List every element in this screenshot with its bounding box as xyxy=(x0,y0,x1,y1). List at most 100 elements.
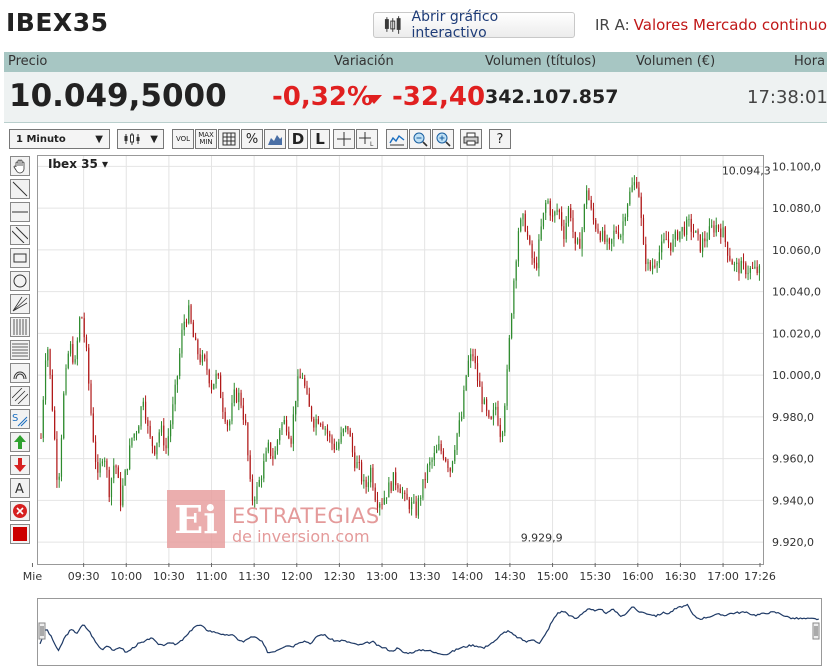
candle-body xyxy=(56,438,58,480)
candle-body xyxy=(119,477,122,506)
candle-body xyxy=(483,399,485,405)
candle-body xyxy=(597,228,599,233)
price-annotation: 9.929,9 xyxy=(521,531,563,544)
watermark-text: ESTRATEGIAS xyxy=(232,504,380,528)
y-tick-label: 10.100,0 xyxy=(772,160,821,173)
candle-body xyxy=(310,406,313,419)
candle-body xyxy=(283,419,285,424)
candle-body xyxy=(642,218,645,245)
candle-body xyxy=(279,430,281,441)
candle-body xyxy=(492,409,495,419)
candle-body xyxy=(163,425,165,446)
candle-body xyxy=(674,231,676,240)
series-selector[interactable]: Ibex 35 ▾ xyxy=(48,157,108,171)
candle-body xyxy=(72,344,74,363)
y-tick-label: 9.920,0 xyxy=(772,536,814,549)
candle-body xyxy=(224,411,226,422)
candle-body xyxy=(320,423,322,425)
candle-body xyxy=(463,390,465,417)
candle-body xyxy=(222,397,224,412)
x-tick-label: 11:00 xyxy=(196,570,228,583)
candle-body xyxy=(138,426,140,434)
x-tick-label: 09:30 xyxy=(68,570,100,583)
candle-body xyxy=(265,451,267,462)
candle-body xyxy=(461,416,463,421)
candle-body xyxy=(745,263,747,275)
candle-body xyxy=(347,426,349,431)
candle-body xyxy=(290,438,292,444)
x-tick-label: 15:30 xyxy=(579,570,611,583)
candle-body xyxy=(713,225,715,233)
candle-body xyxy=(438,444,440,450)
candle-body xyxy=(299,376,301,379)
candle-body xyxy=(645,244,647,265)
x-tick-label: 11:30 xyxy=(238,570,270,583)
price-annotation: 10.094,3 xyxy=(722,164,771,177)
candle-body xyxy=(417,498,420,516)
candle-body xyxy=(92,413,94,442)
candle-body xyxy=(270,442,272,457)
candle-body xyxy=(536,262,538,269)
candle-body xyxy=(49,349,51,375)
candle-body xyxy=(167,436,169,449)
candle-body xyxy=(63,393,65,439)
candle-body xyxy=(533,258,535,263)
candle-body xyxy=(676,231,679,240)
y-tick-label: 10.060,0 xyxy=(772,244,821,257)
candle-body xyxy=(65,368,67,394)
candle-body xyxy=(108,469,110,498)
candle-body xyxy=(506,369,508,406)
candle-body xyxy=(292,414,294,444)
candle-body xyxy=(151,436,154,447)
candle-body xyxy=(549,200,551,216)
x-tick-label: 12:00 xyxy=(281,570,313,583)
candle-body xyxy=(324,428,326,430)
candle-body xyxy=(47,349,49,361)
candle-body xyxy=(636,182,638,188)
candle-body xyxy=(508,337,510,370)
candle-body xyxy=(306,385,308,394)
candle-body xyxy=(599,232,601,241)
y-tick-label: 10.000,0 xyxy=(772,369,821,382)
candle-body xyxy=(220,375,222,398)
candle-body xyxy=(442,451,445,459)
candle-body xyxy=(304,377,306,386)
candle-body xyxy=(201,355,204,363)
candle-body xyxy=(629,191,631,205)
candle-body xyxy=(210,383,213,390)
candle-body xyxy=(520,219,522,232)
candle-body xyxy=(117,467,119,478)
candle-body xyxy=(720,228,722,238)
candle-body xyxy=(99,463,101,473)
candle-body xyxy=(736,262,738,265)
candle-body xyxy=(106,460,108,470)
candle-body xyxy=(158,432,160,443)
candle-body xyxy=(354,452,356,468)
candle-body xyxy=(281,423,283,431)
candle-body xyxy=(338,442,340,449)
candle-body xyxy=(665,239,667,241)
candle-body xyxy=(44,360,47,400)
candle-body xyxy=(85,337,88,348)
candle-body xyxy=(631,185,633,192)
candle-body xyxy=(476,363,479,381)
candle-body xyxy=(183,321,185,330)
candle-body xyxy=(429,461,431,466)
candle-body xyxy=(231,402,233,422)
candle-body xyxy=(329,433,331,437)
candle-body xyxy=(245,419,247,424)
x-tick-label: 15:00 xyxy=(537,570,569,583)
candle-body xyxy=(249,455,251,480)
candle-body xyxy=(142,401,144,407)
candle-body xyxy=(690,218,692,232)
candle-body xyxy=(474,356,476,364)
candle-body xyxy=(540,226,542,240)
candle-body xyxy=(752,267,754,269)
candle-body xyxy=(681,227,683,232)
candle-body xyxy=(79,317,81,341)
candle-body xyxy=(88,347,90,384)
candle-body xyxy=(679,231,681,240)
navigator-pane[interactable] xyxy=(37,598,822,666)
candle-body xyxy=(551,215,554,217)
candle-body xyxy=(479,380,481,387)
